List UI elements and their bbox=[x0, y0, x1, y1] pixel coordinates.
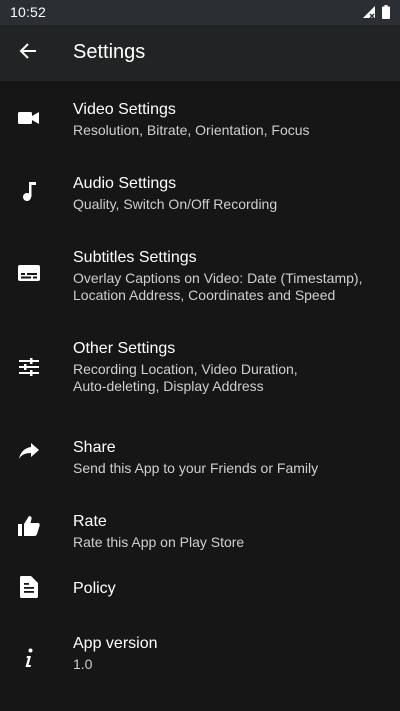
info-icon bbox=[16, 645, 42, 671]
settings-item-title: Rate bbox=[73, 513, 107, 530]
status-time: 10:52 bbox=[10, 4, 47, 20]
settings-item-title: Subtitles Settings bbox=[73, 249, 197, 266]
share-arrow-icon bbox=[16, 438, 42, 464]
settings-item-other[interactable]: Other Settings Recording Location, Video… bbox=[0, 321, 400, 417]
settings-item-subtitle: Send this App to your Friends or Family bbox=[73, 460, 319, 476]
subtitles-icon bbox=[16, 260, 42, 286]
back-button[interactable] bbox=[10, 35, 46, 71]
settings-item-subtitle: 1.0 bbox=[73, 656, 93, 672]
video-camera-icon bbox=[16, 105, 42, 131]
app-bar: Settings bbox=[0, 25, 400, 81]
thumb-up-icon bbox=[16, 513, 42, 539]
settings-item-title: Policy bbox=[73, 580, 116, 597]
document-icon bbox=[16, 574, 42, 600]
settings-item-subtitle: Quality, Switch On/Off Recording bbox=[73, 196, 278, 212]
music-note-icon bbox=[16, 179, 42, 205]
status-icons bbox=[362, 5, 390, 24]
settings-item-rate[interactable]: Rate Rate this App on Play Store bbox=[0, 491, 400, 565]
settings-item-title: Audio Settings bbox=[73, 175, 177, 192]
arrow-back-icon bbox=[18, 41, 38, 66]
settings-item-title: App version bbox=[73, 635, 158, 652]
settings-item-subtitle: Overlay Captions on Video: Date (Timesta… bbox=[73, 270, 363, 303]
settings-item-title: Video Settings bbox=[73, 101, 176, 118]
settings-item-app-version: App version 1.0 bbox=[0, 621, 400, 695]
settings-item-title: Other Settings bbox=[73, 340, 176, 357]
page-title: Settings bbox=[73, 41, 146, 63]
settings-item-share[interactable]: Share Send this App to your Friends or F… bbox=[0, 417, 400, 491]
settings-item-subtitles[interactable]: Subtitles Settings Overlay Captions on V… bbox=[0, 229, 400, 321]
signal-icon bbox=[362, 5, 376, 24]
settings-item-title: Share bbox=[73, 439, 116, 456]
settings-item-video[interactable]: Video Settings Resolution, Bitrate, Orie… bbox=[0, 81, 400, 155]
battery-icon bbox=[382, 5, 390, 24]
settings-item-subtitle: Rate this App on Play Store bbox=[73, 534, 245, 550]
settings-item-policy[interactable]: Policy bbox=[0, 565, 400, 621]
settings-item-subtitle: Recording Location, Video Duration, Auto… bbox=[73, 361, 298, 394]
settings-item-audio[interactable]: Audio Settings Quality, Switch On/Off Re… bbox=[0, 155, 400, 229]
settings-item-subtitle: Resolution, Bitrate, Orientation, Focus bbox=[73, 122, 310, 138]
tune-icon bbox=[16, 354, 42, 380]
status-bar: 10:52 bbox=[0, 0, 400, 25]
